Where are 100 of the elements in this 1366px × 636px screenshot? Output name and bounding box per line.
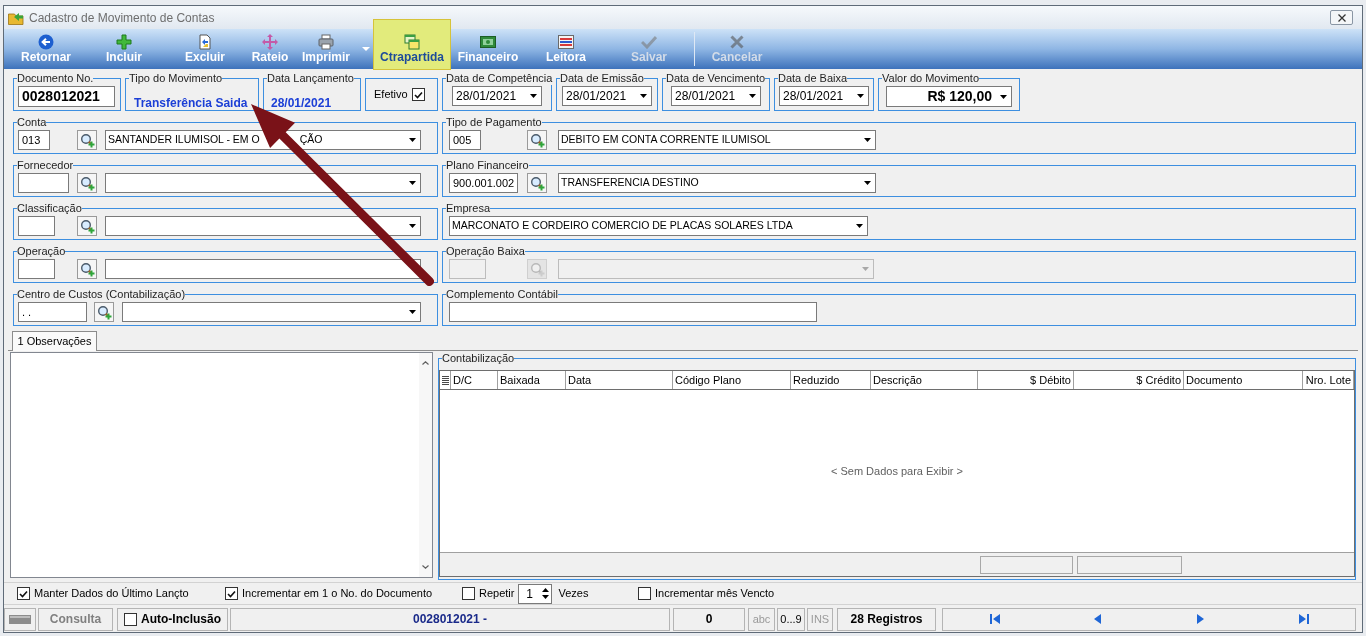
code-field[interactable] [18,216,55,236]
checkbox-label[interactable]: Repetir [479,585,515,602]
right-triangle-icon [1197,614,1204,624]
column-header[interactable]: Código Plano [673,371,791,389]
column-header[interactable]: Documento [1184,371,1303,389]
amount-dropdown[interactable]: R$ 120,00 [886,86,1012,107]
dropdown-field[interactable]: SANTANDER ILUMISOL - EM O ÇÃO [105,130,421,150]
skip-end-icon [1298,614,1309,624]
lookup-button[interactable] [77,130,97,150]
column-header[interactable]: Nro. Lote [1303,371,1354,389]
dropdown-field[interactable]: TRANSFERENCIA DESTINO [558,173,876,193]
lookup-button[interactable] [77,216,97,236]
column-header[interactable]: Reduzido [791,371,871,389]
document-number-field[interactable]: 0028012021 [18,86,115,107]
code-field[interactable]: 005 [449,130,481,150]
date-dropdown[interactable]: 28/01/2021 [452,86,542,106]
suffix-label: Vezes [558,586,589,602]
code-field[interactable]: . . [18,302,87,322]
date-dropdown[interactable]: 28/01/2021 [671,86,761,106]
close-icon [1337,13,1346,22]
vertical-scrollbar[interactable] [419,353,432,577]
lookup-button[interactable] [527,173,547,193]
date-dropdown[interactable]: 28/01/2021 [779,86,869,106]
lookup-button[interactable] [527,130,547,150]
skip-start-icon [989,614,1000,624]
group-label: Tipo do Movimento [129,72,223,85]
striped-card-icon [558,35,574,49]
checkbox-label[interactable]: Auto-Inclusão [141,610,221,628]
caret-icon [861,267,869,271]
notes-field[interactable] [10,352,433,578]
code-field[interactable]: 900.001.002 [449,173,518,193]
toolbar-button[interactable]: Ctrapartida [373,19,451,70]
dropdown-field[interactable] [105,259,421,279]
dropdown-field[interactable] [122,302,421,322]
caret-icon [855,224,863,228]
column-header[interactable]: Descrição [871,371,978,389]
checkbox-label[interactable]: Incrementar em 1 o No. do Documento [242,585,433,602]
checkbox[interactable] [225,587,238,600]
group-label: Fornecedor [17,159,74,172]
magnifier-plus-icon [529,261,545,277]
group-label: Complemento Contábil [446,288,558,301]
entry-date-value: 28/01/2021 [271,96,332,110]
dropdown-field[interactable]: MARCONATO E CORDEIRO COMERCIO DE PLACAS SOLARES LTDA [449,216,868,236]
code-field[interactable] [18,259,55,279]
group-label: Classificação [17,202,82,215]
move-arrows-icon [262,34,278,50]
counter-status: 0 [673,607,745,631]
column-header[interactable]: D/C [451,371,498,389]
tab[interactable]: 1 Observações [12,331,97,351]
checkbox[interactable] [17,587,30,600]
code-field[interactable] [18,173,69,193]
down-triangle-icon [541,595,549,599]
checkmark-icon [227,589,236,598]
dropdown-field[interactable] [105,173,421,193]
bar-icon [9,614,31,624]
list-icon [441,375,449,385]
text-field[interactable] [449,302,817,322]
magnifier-plus-icon [79,261,95,277]
group-label: Empresa [446,202,491,215]
checkmark-icon [413,90,423,99]
checkbox-label[interactable]: Incrementar mês Vencto [655,585,775,602]
column-header[interactable]: $ Débito [978,371,1074,389]
indicator-status: 0...9 [777,607,805,631]
checkbox[interactable] [411,88,425,101]
printer-icon [318,34,334,50]
left-triangle-icon [1094,614,1101,624]
caret-icon [361,47,370,51]
group-label: Operação Baixa [446,245,525,258]
caret-icon [748,94,756,98]
group-label: Valor do Movimento [882,72,979,85]
dropdown-field[interactable]: DEBITO EM CONTA CORRENTE ILUMISOL [558,130,876,150]
checkbox[interactable] [638,587,651,600]
magnifier-plus-icon [96,304,112,320]
empty-message: < Sem Dados para Exibir > [830,463,964,479]
lookup-button[interactable] [77,173,97,193]
banknote-icon [480,36,496,48]
close-button[interactable] [1330,10,1353,25]
checkmark-icon [641,35,657,49]
chevron-up-icon [422,361,429,365]
dropdown-field[interactable] [105,216,421,236]
code-field[interactable]: 013 [18,130,50,150]
repeat-count-spinner[interactable]: 1 [518,583,553,604]
checkbox[interactable] [124,612,137,626]
folder-icon [8,10,24,25]
lookup-button[interactable] [77,259,97,279]
column-header[interactable]: Data [566,371,673,389]
checkbox-label[interactable]: Manter Dados do Último Lançto [34,585,189,602]
group-label: Contabilização [442,352,515,365]
back-arrow-icon [38,34,54,50]
column-header[interactable]: Baixada [498,371,566,389]
caret-icon [999,94,1007,99]
checkbox-label[interactable]: Efetivo [374,86,408,103]
window-title: Cadastro de Movimento de Contas [29,9,215,27]
caret-icon [408,138,416,142]
checkbox[interactable] [462,587,475,600]
lookup-button[interactable] [94,302,114,322]
magnifier-plus-icon [79,218,95,234]
date-dropdown[interactable]: 28/01/2021 [562,86,652,106]
column-header[interactable]: $ Crédito [1074,371,1184,389]
mode-status: Consulta [38,607,113,631]
